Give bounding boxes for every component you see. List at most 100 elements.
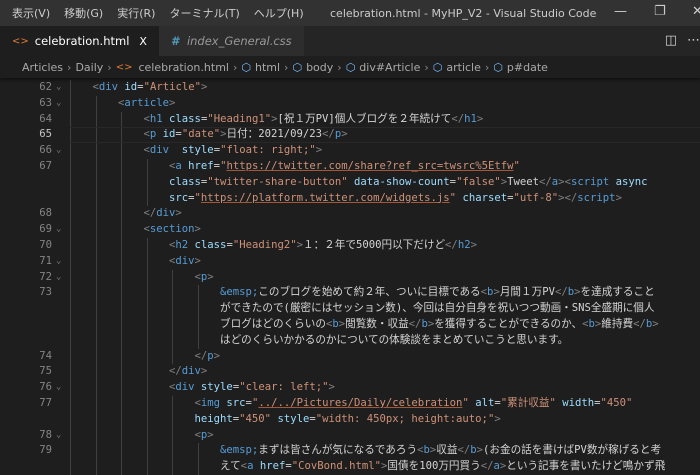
line-number: 74 <box>39 349 52 362</box>
code-line-wrap[interactable]: えて<a href="CovBond.html">国債を100万円買う</a>と… <box>0 459 700 475</box>
punctuation-token: </ <box>445 238 458 251</box>
breadcrumb-p-date[interactable]: p#date <box>507 61 548 74</box>
fold-chevron-icon[interactable]: ⌄ <box>56 143 61 159</box>
restore-icon[interactable]: ❐ <box>654 4 666 19</box>
fold-chevron-icon[interactable]: ⌄ <box>56 254 61 270</box>
code-line[interactable]: 76 ⌄ <div style="clear: left;"> <box>0 380 700 396</box>
more-actions-icon[interactable]: ⋯ <box>687 33 700 48</box>
code-line[interactable]: 71 ⌄ <div> <box>0 253 700 270</box>
code-line[interactable]: 69 ⌄ <section> <box>0 222 700 238</box>
fold-chevron-icon[interactable]: ⌄ <box>56 222 61 238</box>
code-line[interactable]: 74 </p> <box>0 348 700 365</box>
indent-guide <box>121 459 122 475</box>
element-icon: ⬡ <box>432 60 443 74</box>
code-line-wrap[interactable]: class="twitter-share-button" data-show-c… <box>0 174 700 191</box>
code-text: </div> <box>169 364 207 380</box>
indent-guide <box>121 380 122 396</box>
indent-guide <box>121 285 122 302</box>
fold-chevron-icon[interactable]: ⌄ <box>56 270 61 286</box>
tab-index-general-css[interactable]: # index_General.css <box>158 26 304 56</box>
punctuation-token: > <box>470 238 477 251</box>
code-line[interactable]: 72 ⌄ <p> <box>0 269 700 286</box>
string-token: "date" <box>181 128 221 141</box>
breadcrumb-articles[interactable]: Articles <box>22 61 63 74</box>
code-line[interactable]: 78 ⌄ <p> <box>0 427 700 444</box>
code-text: </p> <box>195 349 221 365</box>
attribute-name-token: width <box>555 396 595 409</box>
code-line[interactable]: 65 <p id="date">日付：2021/09/23</p> <box>0 127 700 144</box>
indent-guide <box>70 395 71 412</box>
line-number: 77 <box>39 396 52 409</box>
breadcrumb-daily[interactable]: Daily <box>75 61 103 74</box>
close-tab-icon[interactable]: X <box>139 35 147 48</box>
breadcrumb-div-article[interactable]: div#Article <box>359 61 420 74</box>
code-text: <div id="Article"> <box>93 80 208 96</box>
tab-bar: <> celebration.html X # index_General.cs… <box>0 26 700 56</box>
minimize-icon[interactable]: — <box>614 4 627 19</box>
code-line[interactable]: 77 <img src="../../Pictures/Daily/celebra… <box>0 395 700 412</box>
fold-chevron-icon[interactable]: ⌄ <box>56 428 61 444</box>
breadcrumb-article[interactable]: article <box>446 61 481 74</box>
line-number: 65 <box>39 128 52 141</box>
code-line[interactable]: 79 &emsp;まずは皆さんが気になるであろう<b>収益</b>(お金の話を書け… <box>0 443 700 460</box>
breadcrumb-html[interactable]: html <box>255 61 280 74</box>
indent-guide <box>70 301 71 317</box>
code-line-wrap[interactable]: ができたので(厳密にはセッション数)、今回は自分自身を祝いつつ動画・SNS全盛期… <box>0 301 700 317</box>
indent-guide <box>70 411 71 428</box>
link-string-token[interactable]: https://platform.twitter.com/widgets.js <box>201 192 450 204</box>
text-token: 国債を100万円買う <box>387 460 481 473</box>
tab-label: index_General.css <box>186 34 292 48</box>
breadcrumb-file[interactable]: celebration.html <box>138 61 229 74</box>
indent-guide <box>95 174 97 191</box>
punctuation-token: </ <box>143 207 157 220</box>
indent-guide <box>70 348 71 365</box>
chevron-right-icon: › <box>107 60 112 74</box>
punctuation-token: </ <box>451 112 465 125</box>
code-line-wrap[interactable]: height="450" style="width: 450px; height… <box>0 411 700 428</box>
code-text: </div> <box>144 206 182 222</box>
breadcrumb-body[interactable]: body <box>306 61 333 74</box>
code-text: &emsp;このブログを始めて約２年、ついに目標である<b>月間１万PV</b>… <box>220 285 655 301</box>
code-text: えて<a href="CovBond.html">国債を100万円買う</a>と… <box>220 459 665 475</box>
menu-view[interactable]: 表示(V) <box>0 5 57 21</box>
menu-terminal[interactable]: ターミナル(T) <box>162 5 246 21</box>
code-line-wrap[interactable]: ブログはどのくらいの<b>閲覧数・収益</b>を獲得することができるのか、<b>… <box>0 316 700 333</box>
code-text: <h2 class="Heading2">１：２年で5000円以下だけど</h2… <box>169 238 477 254</box>
code-line[interactable]: 66 ⌄ <div style="float: right;"> <box>0 143 700 159</box>
code-line[interactable]: 67 <a href="https://twitter.com/share?ref… <box>0 158 700 175</box>
code-line[interactable]: 68 </div> <box>0 206 700 223</box>
code-line-wrap[interactable]: src="https://platform.twitter.com/widget… <box>0 190 700 207</box>
link-string-token[interactable]: ../../Pictures/Daily/celebration <box>258 397 462 409</box>
menu-run[interactable]: 実行(R) <box>110 5 162 21</box>
code-line[interactable]: 73 &emsp;このブログを始めて約２年、ついに目標である<b>月間１万PV</… <box>0 285 700 302</box>
code-line[interactable]: 63 ⌄ <article> <box>0 95 700 112</box>
tag-name-token: script <box>577 191 616 204</box>
close-window-icon[interactable]: ✕ <box>692 4 700 19</box>
attribute-name-token: href <box>181 159 214 172</box>
code-line[interactable]: 62 ⌄ <div id="Article"> <box>0 80 700 96</box>
split-editor-icon[interactable]: ◫ <box>665 33 677 48</box>
text-token: このブログを始めて約２年、ついに目標である <box>258 286 481 299</box>
text-token: 維持費 <box>601 317 634 330</box>
code-line[interactable]: 75 </div> <box>0 364 700 381</box>
indent-guide <box>95 364 97 381</box>
fold-chevron-icon[interactable]: ⌄ <box>56 96 61 112</box>
link-string-token[interactable]: https://twitter.com/share?ref_src=twsrc%… <box>226 160 513 172</box>
punctuation-token: > <box>194 254 201 267</box>
code-editor[interactable]: 62 ⌄ <div id="Article"> 63 ⌄ <article> 64 <h1 c… <box>0 78 700 475</box>
chevron-right-icon: › <box>284 60 289 74</box>
code-line[interactable]: 70 <h2 class="Heading2">１：２年で5000円以下だけど</… <box>0 237 700 254</box>
menu-help[interactable]: ヘルプ(H) <box>247 5 311 21</box>
fold-chevron-icon[interactable]: ⌄ <box>56 80 61 96</box>
string-token: "450" <box>239 412 272 425</box>
text-token: を獲得することができるのか、 <box>434 317 583 330</box>
indent-guide <box>146 332 148 349</box>
fold-chevron-icon[interactable]: ⌄ <box>56 380 61 396</box>
punctuation-token: > <box>213 349 221 362</box>
string-token: "CovBond.html" <box>291 460 382 473</box>
code-line[interactable]: 64 <h1 class="Heading1">[祝１万PV]個人ブログを２年続け… <box>0 111 700 128</box>
menu-go[interactable]: 移動(G) <box>57 5 110 21</box>
code-line-wrap[interactable]: はどのくらいかかるのかについての体験談をまとめていこうと思います。 <box>0 332 700 349</box>
tab-celebration-html[interactable]: <> celebration.html X <box>0 26 159 56</box>
tag-name-token: h1 <box>464 112 477 125</box>
